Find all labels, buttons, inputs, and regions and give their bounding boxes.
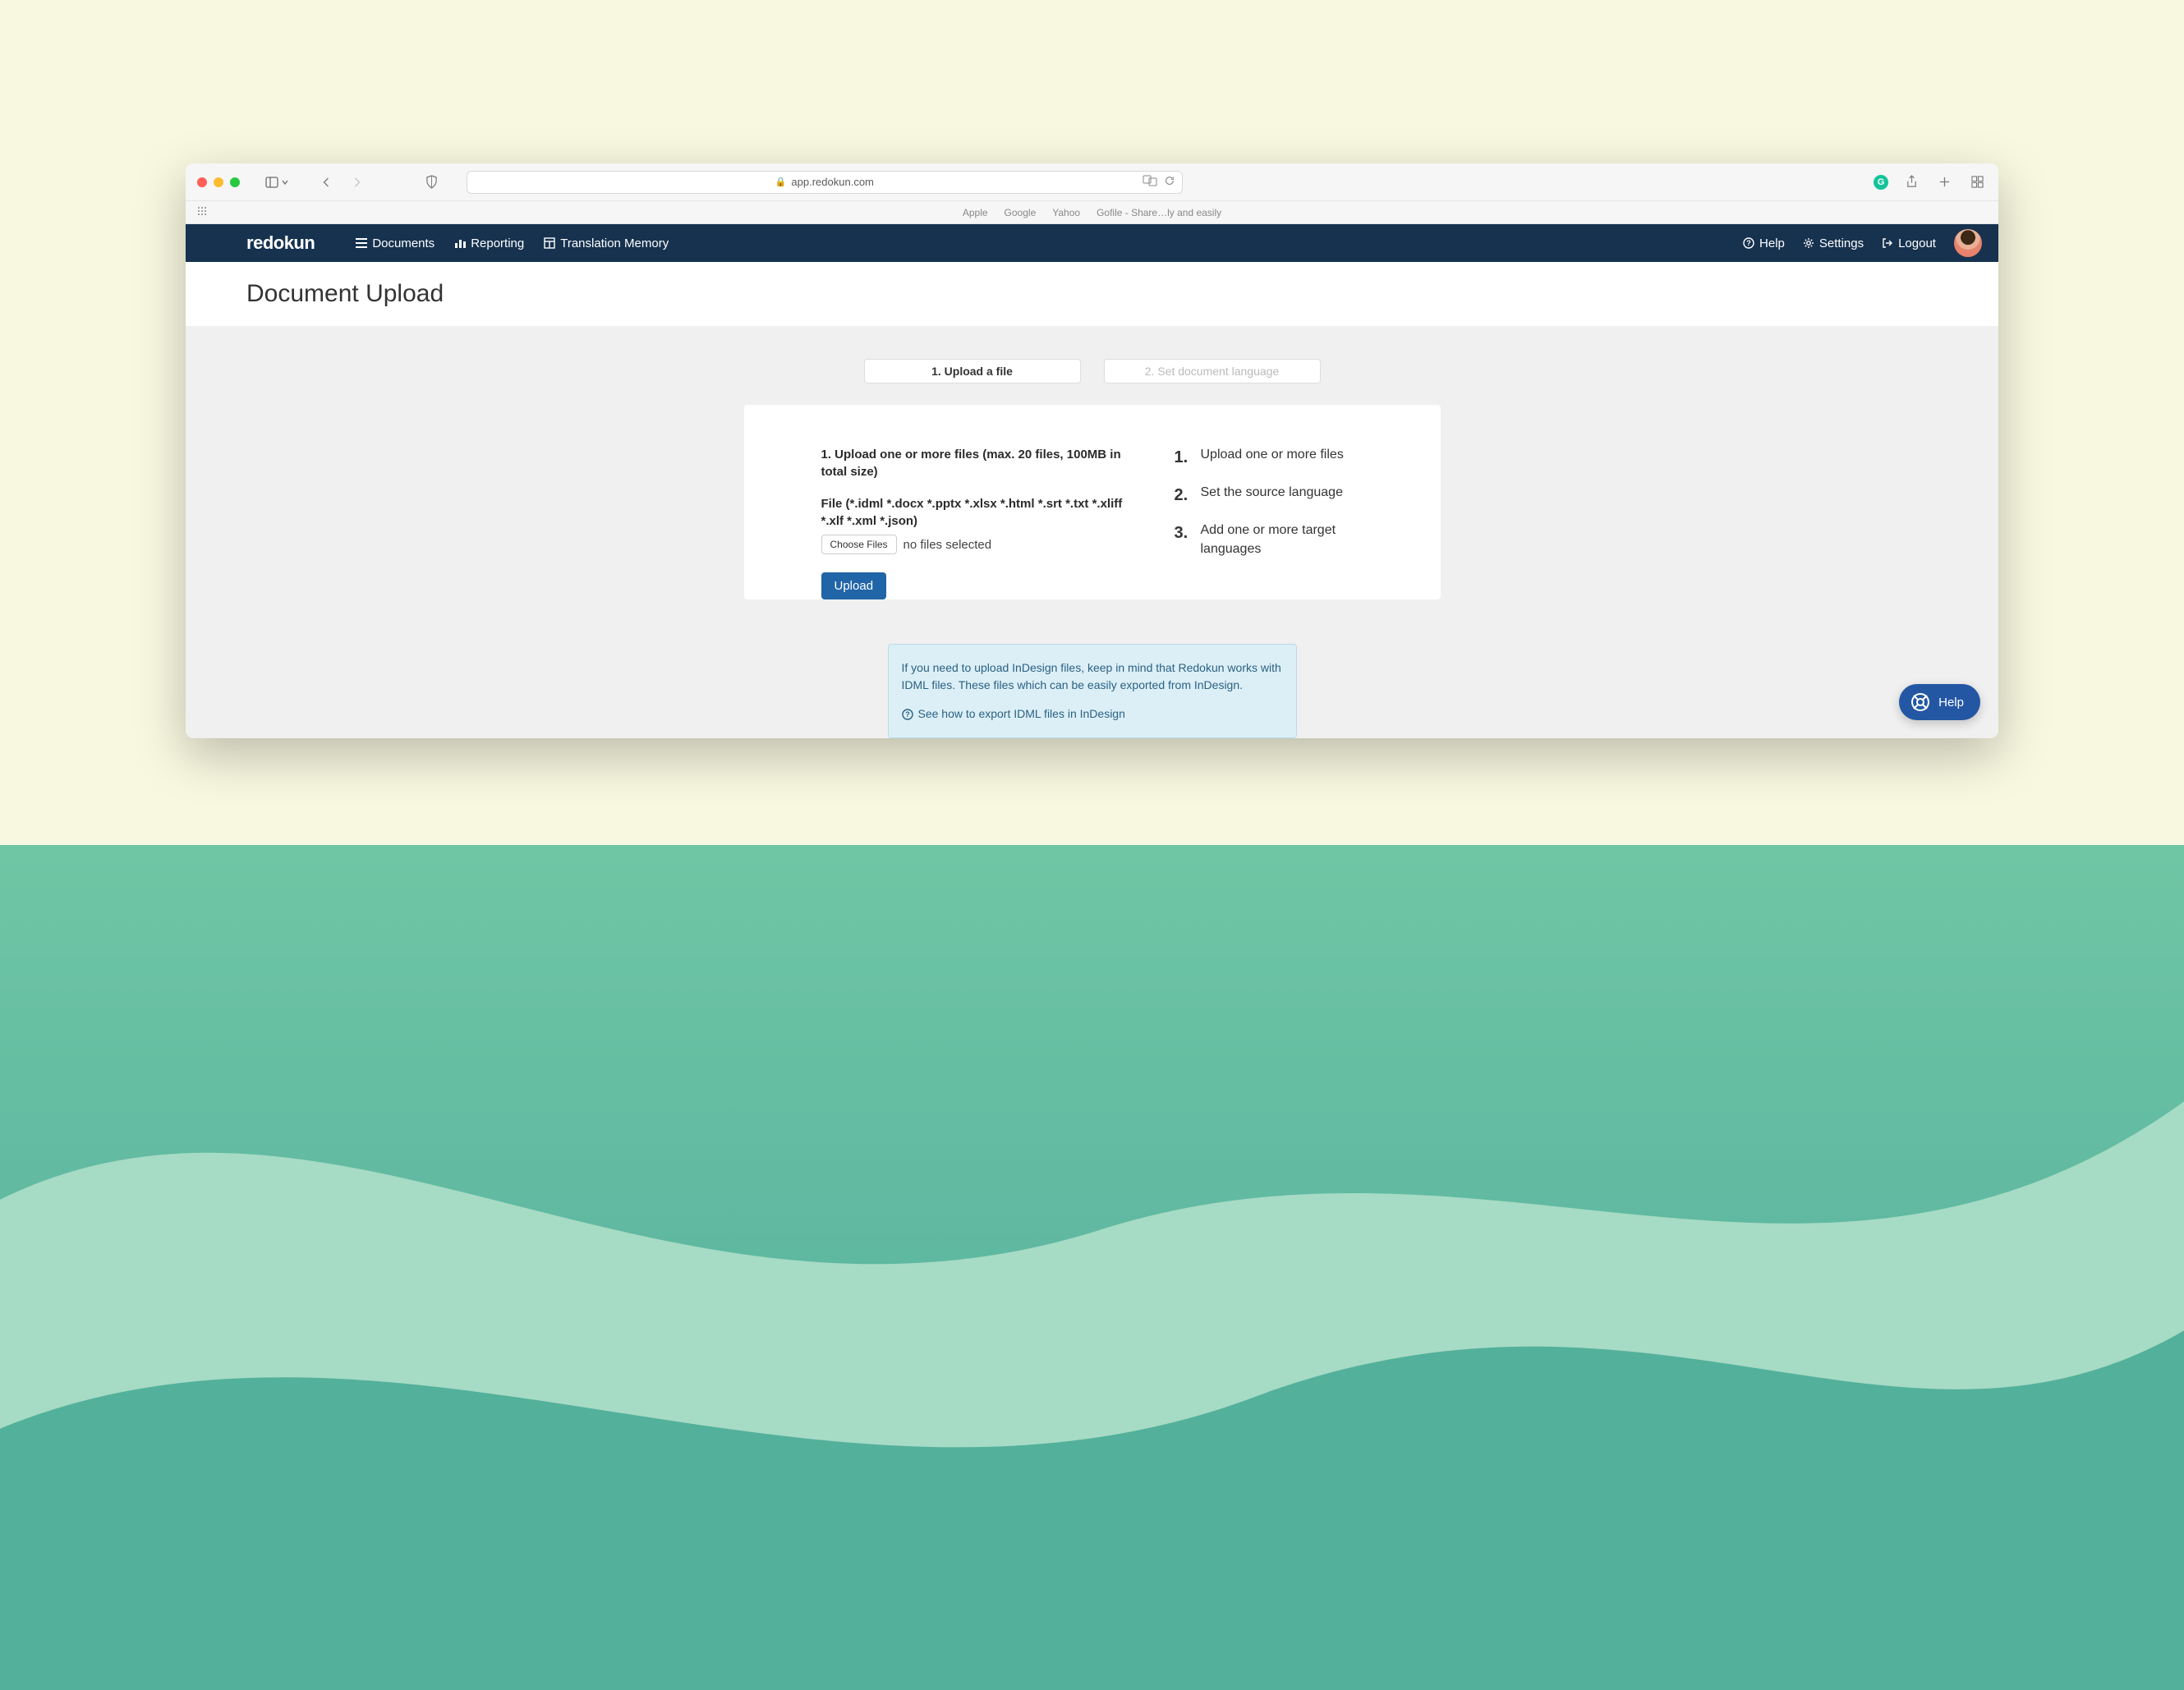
content-area: 1. Upload a file 2. Set document languag…: [186, 326, 1998, 738]
step-text: Set the source language: [1201, 484, 1343, 507]
avatar[interactable]: [1954, 229, 1982, 257]
bookmark-apple[interactable]: Apple: [963, 207, 988, 218]
info-text: If you need to upload InDesign files, ke…: [902, 659, 1283, 694]
nav-logout[interactable]: Logout: [1882, 237, 1936, 250]
reload-icon[interactable]: [1164, 175, 1175, 189]
list-item: 3. Add one or more target languages: [1175, 521, 1363, 558]
question-circle-icon: ?: [902, 709, 913, 720]
page-title: Document Upload: [186, 262, 1998, 326]
bookmark-yahoo[interactable]: Yahoo: [1052, 207, 1080, 218]
step-text: Add one or more target languages: [1201, 521, 1363, 558]
upload-button[interactable]: Upload: [821, 572, 887, 599]
question-circle-icon: ?: [1743, 237, 1754, 249]
nav-help-label: Help: [1759, 237, 1785, 250]
steps-list: 1. Upload one or more files 2. Set the s…: [1175, 446, 1363, 558]
nav-tm[interactable]: Translation Memory: [544, 237, 669, 250]
window-close-icon[interactable]: [197, 177, 207, 187]
share-icon[interactable]: [1903, 173, 1921, 191]
gear-icon: [1803, 237, 1814, 249]
back-icon[interactable]: [317, 173, 335, 191]
browser-titlebar: 🔒 app.redokun.com G: [186, 163, 1998, 201]
table-icon: [544, 237, 555, 249]
nav-tm-label: Translation Memory: [560, 237, 669, 250]
nav-logout-label: Logout: [1898, 237, 1936, 250]
tab-step-2: 2. Set document language: [1104, 359, 1321, 383]
lifebuoy-icon: [1910, 692, 1930, 712]
apps-grid-icon[interactable]: [197, 206, 207, 218]
address-bar[interactable]: 🔒 app.redokun.com: [467, 171, 1183, 194]
nav-reporting-label: Reporting: [471, 237, 524, 250]
bookmarks-bar: Apple Google Yahoo Gofile - Share…ly and…: [186, 201, 1998, 224]
step-text: Upload one or more files: [1201, 446, 1344, 469]
bookmark-google[interactable]: Google: [1005, 207, 1037, 218]
traffic-lights: [197, 177, 240, 187]
nav-help[interactable]: ? Help: [1743, 237, 1785, 250]
browser-window: 🔒 app.redokun.com G Apple Google Yahoo G…: [186, 163, 1998, 738]
bar-chart-icon: [454, 237, 466, 249]
logo[interactable]: redokun: [246, 232, 315, 254]
window-minimize-icon[interactable]: [214, 177, 223, 187]
svg-text:?: ?: [1746, 239, 1751, 247]
url-host: app.redokun.com: [791, 176, 873, 188]
info-link-label: See how to export IDML files in InDesign: [918, 705, 1125, 723]
new-tab-icon[interactable]: [1936, 173, 1954, 191]
tab-step-1[interactable]: 1. Upload a file: [864, 359, 1081, 383]
list-item: 1. Upload one or more files: [1175, 446, 1363, 469]
translate-icon[interactable]: [1143, 175, 1157, 189]
help-fab[interactable]: Help: [1899, 684, 1980, 720]
info-link[interactable]: ? See how to export IDML files in InDesi…: [902, 705, 1283, 723]
lock-icon: 🔒: [775, 177, 787, 187]
main-panel: 1. Upload one or more files (max. 20 fil…: [744, 405, 1441, 599]
step-number: 3.: [1175, 521, 1189, 558]
step-number: 2.: [1175, 484, 1189, 507]
help-fab-label: Help: [1938, 696, 1964, 710]
file-types-label: File (*.idml *.docx *.pptx *.xlsx *.html…: [821, 495, 1127, 530]
upload-heading: 1. Upload one or more files (max. 20 fil…: [821, 446, 1127, 480]
forward-icon[interactable]: [348, 173, 366, 191]
grammarly-icon[interactable]: G: [1874, 175, 1888, 190]
window-zoom-icon[interactable]: [230, 177, 240, 187]
nav-settings-label: Settings: [1819, 237, 1864, 250]
nav-documents[interactable]: Documents: [356, 237, 435, 250]
sidebar-toggle[interactable]: [264, 176, 289, 189]
list-item: 2. Set the source language: [1175, 484, 1363, 507]
nav-reporting[interactable]: Reporting: [454, 237, 524, 250]
tab-overview-icon[interactable]: [1969, 173, 1987, 191]
nav-documents-label: Documents: [372, 237, 435, 250]
list-icon: [356, 237, 367, 249]
no-files-text: no files selected: [903, 538, 992, 552]
svg-text:?: ?: [905, 710, 910, 719]
bookmark-gofile[interactable]: Gofile - Share…ly and easily: [1097, 207, 1221, 218]
step-number: 1.: [1175, 446, 1189, 469]
info-callout: If you need to upload InDesign files, ke…: [888, 644, 1297, 738]
privacy-shield-icon[interactable]: [422, 173, 440, 191]
app-header: redokun Documents Reporting Translation …: [186, 224, 1998, 262]
choose-files-button[interactable]: Choose Files: [821, 535, 897, 554]
logout-icon: [1882, 237, 1893, 249]
nav-settings[interactable]: Settings: [1803, 237, 1864, 250]
